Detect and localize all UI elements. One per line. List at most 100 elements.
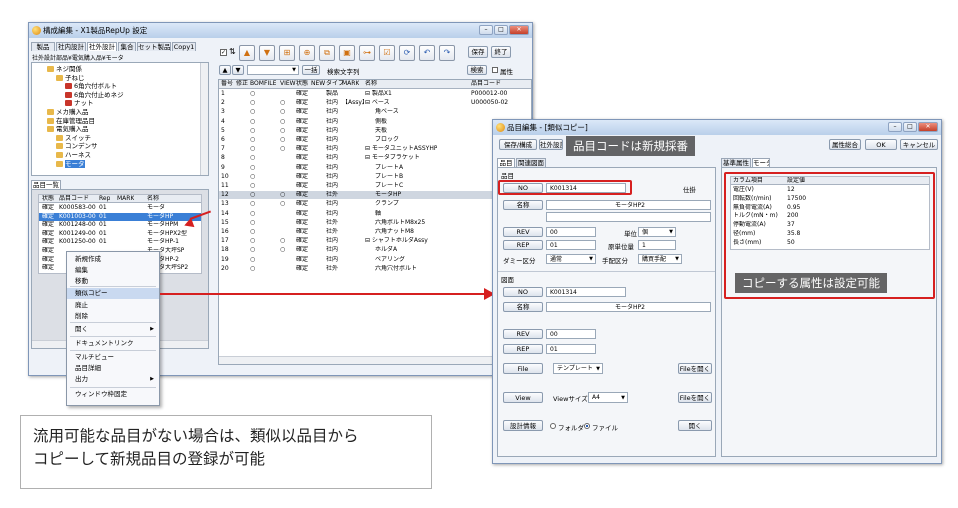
name-field-2[interactable] (546, 212, 711, 222)
dummy-select[interactable]: 通常 ▼ (546, 254, 596, 264)
drawing-no-button[interactable]: NO (503, 287, 543, 297)
tree-node[interactable]: モータ (56, 159, 85, 168)
rep-button[interactable]: REP (503, 240, 543, 250)
add-icon[interactable]: ⊕ (299, 45, 315, 61)
drawing-name-field[interactable]: モータHP2 (546, 302, 711, 312)
table-row[interactable]: 9 ○ 確定 社内 プレートA (219, 164, 531, 172)
rev-button[interactable]: REV (503, 227, 543, 237)
drawing-rev-button[interactable]: REV (503, 329, 543, 339)
tree-node[interactable]: ナット (65, 99, 94, 107)
redo-icon[interactable]: ↷ (439, 45, 455, 61)
drawing-rep-button[interactable]: REP (503, 344, 543, 354)
table-row[interactable]: 5 ○ ○ 確定 社内 天板 (219, 127, 531, 135)
table-row[interactable]: 18 ○ ○ 確定 社内 ホルダA (219, 246, 531, 254)
radio-file[interactable] (584, 423, 590, 429)
drawing-rev-field[interactable]: 00 (546, 329, 596, 339)
branch-icon[interactable]: ⊶ (359, 45, 375, 61)
grid-hscroll[interactable] (219, 356, 531, 364)
list-item[interactable]: 確定 K001003-00 01 モータHP (39, 212, 201, 221)
tab-product[interactable]: 製品 (31, 42, 55, 51)
list-item[interactable]: 確定 K001250-00 01 モータHP-1 (39, 238, 201, 246)
radio-folder[interactable] (550, 423, 556, 429)
menu-item[interactable]: 品目詳細 (67, 363, 159, 374)
menu-item[interactable]: 編集 (67, 265, 159, 276)
copy-icon[interactable]: ⧉ (319, 45, 335, 61)
table-row[interactable]: 11 ○ 確定 社内 プレートC (219, 182, 531, 190)
table-row[interactable]: 14 ○ 確定 社内 軸 (219, 210, 531, 218)
tab-internal[interactable]: 社内設計 (56, 42, 86, 51)
tab-set-product[interactable]: セット製品 (137, 42, 171, 51)
grid-col-header[interactable]: NEW (311, 80, 325, 88)
menu-item[interactable]: ウィンドウ枠固定 (67, 389, 159, 400)
list-item[interactable]: 確定 K001248-00 01 モータHPM (39, 221, 201, 229)
file-button[interactable]: File (503, 363, 543, 374)
menu-item[interactable]: 削除 (67, 311, 159, 322)
menu-item[interactable]: 廃止 (67, 300, 159, 311)
list-item[interactable]: 確定 K001249-00 01 モータHPX2型 (39, 230, 201, 238)
up-button[interactable]: ▲ (219, 65, 231, 75)
tree-scrollbar[interactable] (200, 63, 208, 175)
tree-node[interactable]: 6角穴付ボルト (65, 82, 117, 90)
maximize-button[interactable]: □ (494, 25, 508, 35)
grid-col-header[interactable]: VIEW (280, 80, 296, 88)
rev-field[interactable]: 00 (546, 227, 596, 237)
external-design-button[interactable]: 社外設計 (539, 139, 563, 150)
down-button[interactable]: ▼ (232, 65, 244, 75)
top-bottom-icon[interactable]: ▼ (259, 45, 275, 61)
template-select[interactable]: テンプレート ▼ (553, 363, 603, 374)
attr-checkbox[interactable] (492, 67, 498, 73)
grid-col-header[interactable]: 番号 (221, 80, 233, 88)
file-open-button[interactable]: Fileを開く (678, 363, 712, 374)
tree-node[interactable]: ハーネス (56, 151, 91, 159)
drawing-no-field[interactable]: K001314 (546, 287, 626, 297)
menu-item[interactable]: 類似コピー (67, 288, 159, 299)
menu-item[interactable]: マルチビュー (67, 352, 159, 363)
ok-button[interactable]: OK (865, 139, 897, 150)
grid-col-header[interactable]: FILE (264, 80, 276, 88)
tab-collection[interactable]: 集合 (118, 42, 136, 51)
tree-node[interactable]: 在庫管理品目 (47, 117, 95, 125)
table-row[interactable]: 10 ○ 確定 社内 プレートB (219, 173, 531, 181)
tab-item-list[interactable]: 品目一覧 (31, 180, 61, 189)
tree-node[interactable]: 電気購入品 (47, 125, 89, 133)
table-row[interactable]: 3 ○ ○ 確定 社内 角ベース (219, 108, 531, 116)
refresh-icon[interactable]: ⟳ (399, 45, 415, 61)
menu-item[interactable]: 移動 (67, 276, 159, 287)
grid-col-header[interactable]: MARK (342, 80, 359, 88)
dialog-maximize-button[interactable]: □ (903, 122, 917, 132)
tree-node[interactable]: コンデンサ (56, 142, 98, 150)
undo-icon[interactable]: ↶ (419, 45, 435, 61)
paste-icon[interactable]: ▣ (339, 45, 355, 61)
grid-col-header[interactable]: 名称 (365, 80, 377, 88)
name-button[interactable]: 名称 (503, 200, 543, 210)
table-row[interactable]: 7 ○ ○ 確定 社内 ⊟ モータユニットASSYHP (219, 145, 531, 153)
table-row[interactable]: 19 ○ 確定 社内 ベアリング (219, 256, 531, 264)
save-button[interactable]: 保存 (468, 46, 488, 58)
table-row[interactable]: 8 ○ 確定 社内 ⊟ モータブラケット (219, 154, 531, 162)
table-row[interactable]: 12 ○ ○ 確定 社外 モータHP (219, 191, 531, 200)
attr-total-button[interactable]: 属性総合 (829, 139, 861, 150)
tab-external[interactable]: 社外設計 (87, 42, 117, 51)
table-row[interactable]: 17 ○ ○ 確定 社内 ⊟ シャフトホルダAssy (219, 237, 531, 245)
top-icon[interactable]: ▲ (239, 45, 255, 61)
tree-node[interactable]: 6角穴付止めネジ (65, 91, 124, 99)
tab-item[interactable]: 品目 (497, 158, 515, 167)
list-item[interactable]: 確定 K000583-00 01 モータ (39, 204, 201, 212)
drawing-name-button[interactable]: 名称 (503, 302, 543, 312)
table-row[interactable]: 13 ○ ○ 確定 社内 クランプ (219, 200, 531, 208)
table-row[interactable]: 1 ○ 確定 製品 ⊟ 製品X1 P000012-00 (219, 90, 531, 98)
menu-item[interactable]: 開く (67, 324, 159, 335)
table-row[interactable]: 16 ○ 確定 社外 六角ナットM8 (219, 228, 531, 236)
menu-item[interactable]: 新規作成 (67, 254, 159, 265)
sort-icon[interactable]: ⇅ (229, 47, 236, 56)
tree-node[interactable]: 子ねじ (56, 74, 85, 82)
checkbox-all[interactable]: ✓ (220, 49, 227, 56)
end-button[interactable]: 終了 (491, 46, 511, 58)
arrange-select[interactable]: 購買手配 ▼ (638, 254, 682, 264)
tree-node[interactable]: メカ購入品 (47, 108, 89, 116)
one-shot-button[interactable]: 一括 (302, 65, 320, 75)
table-row[interactable]: 2 ○ ○ 確定 社内 【Assy】 ⊟ ベース U000050-02 (219, 99, 531, 107)
menu-item[interactable]: 出力 (67, 374, 159, 385)
rep-field[interactable]: 01 (546, 240, 596, 250)
qty-field[interactable]: 1 (638, 240, 676, 250)
